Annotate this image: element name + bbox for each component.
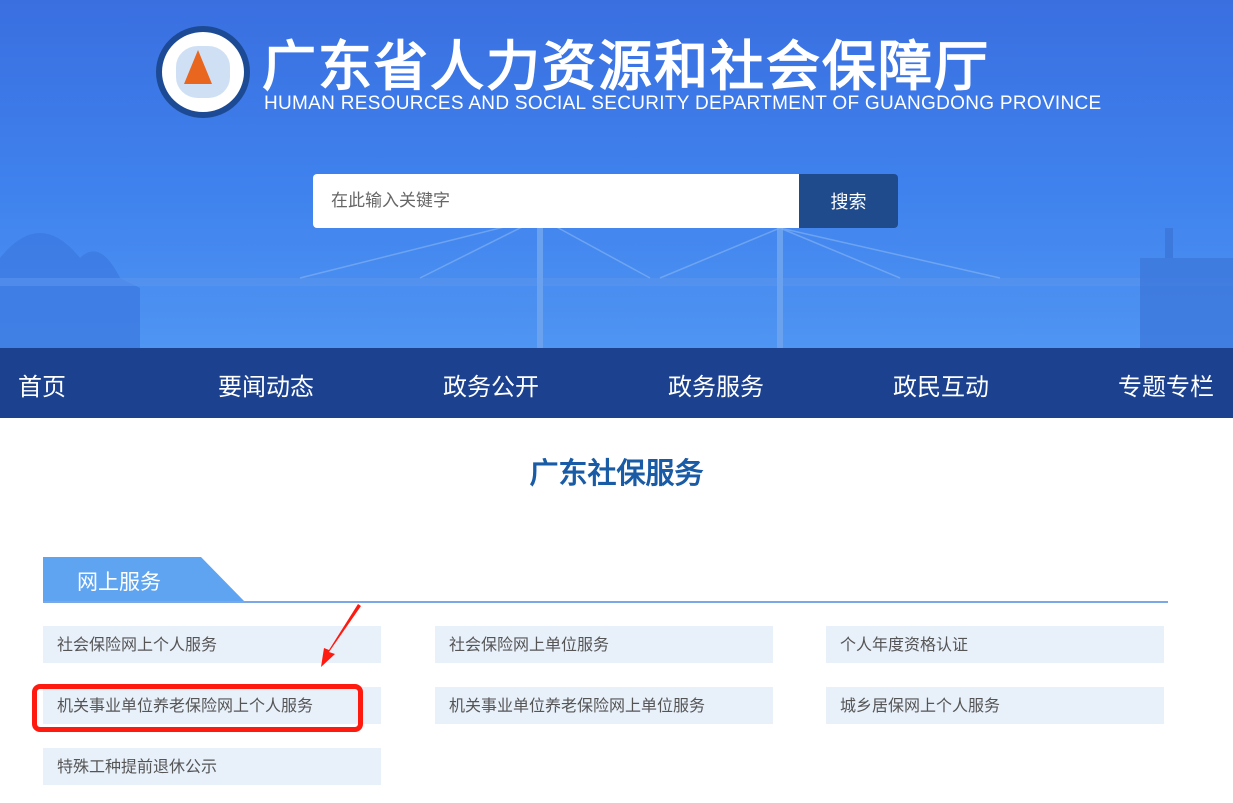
header-banner: 广东省人力资源和社会保障厅 HUMAN RESOURCES AND SOCIAL… <box>0 0 1233 348</box>
tab-online-services[interactable]: 网上服务 <box>43 557 245 602</box>
site-title-english: HUMAN RESOURCES AND SOCIAL SECURITY DEPA… <box>264 93 1102 114</box>
page-title: 广东社保服务 <box>529 456 704 490</box>
search-button[interactable]: 搜索 <box>799 174 898 228</box>
site-title: 广东省人力资源和社会保障厅 <box>262 35 990 98</box>
service-link[interactable]: 社会保险网上单位服务 <box>435 626 773 663</box>
divider <box>43 601 1168 603</box>
department-logo <box>156 26 250 118</box>
highlight-box <box>32 684 363 732</box>
city-skyline-illustration <box>0 218 1233 348</box>
nav-topics[interactable]: 专题专栏 <box>1118 367 1214 402</box>
nav-gov-services[interactable]: 政务服务 <box>668 367 764 402</box>
service-link[interactable]: 特殊工种提前退休公示 <box>43 748 381 785</box>
search-input[interactable] <box>313 174 799 228</box>
service-link[interactable]: 机关事业单位养老保险网上单位服务 <box>435 687 773 724</box>
nav-interaction[interactable]: 政民互动 <box>893 367 989 402</box>
service-link[interactable]: 个人年度资格认证 <box>826 626 1164 663</box>
red-arrow-annotation <box>321 604 361 667</box>
nav-gov-affairs-open[interactable]: 政务公开 <box>443 367 539 402</box>
tab-label: 网上服务 <box>77 570 161 594</box>
main-nav: 首页 要闻动态 政务公开 政务服务 政民互动 专题专栏 <box>0 348 1233 418</box>
nav-home[interactable]: 首页 <box>18 367 66 402</box>
service-link[interactable]: 城乡居保网上个人服务 <box>826 687 1164 724</box>
nav-news[interactable]: 要闻动态 <box>218 367 314 402</box>
